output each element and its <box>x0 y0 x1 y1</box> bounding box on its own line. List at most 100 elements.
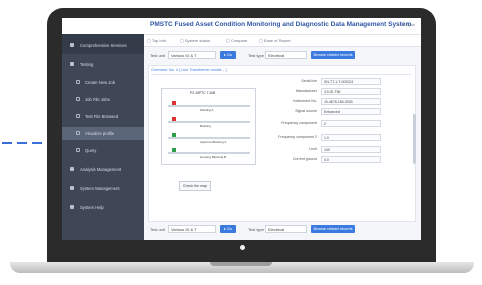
app-title: PMSTC Fused Asset Condition Monitoring a… <box>150 21 412 28</box>
main-content: Test unit Various ID & T ▸ Go Test type … <box>144 47 421 240</box>
file-icon <box>76 97 80 101</box>
info-value[interactable]: 2 <box>321 120 381 127</box>
diagram-strip: Aperture Blocking A <box>168 133 250 144</box>
info-key: Limit <box>309 147 317 151</box>
go-button[interactable]: ▸ Go <box>220 51 236 59</box>
info-key: Frequency component 2 <box>278 135 317 139</box>
laptop-camera <box>240 245 245 250</box>
info-row: Limit 100 <box>269 146 389 154</box>
diagram-strip: Winding A <box>168 101 250 112</box>
app-screen: PMSTC Fused Asset Condition Monitoring a… <box>62 18 421 240</box>
test-type-select[interactable]: Electrical <box>265 225 307 233</box>
browse-records-button[interactable]: Browse related records <box>311 51 355 59</box>
panel-scrollbar[interactable] <box>413 114 416 164</box>
info-value[interactable]: J0-4678-180-0003 <box>321 98 381 105</box>
chart-icon <box>76 131 80 135</box>
dash-3 <box>32 142 42 144</box>
info-row: Manufacturer XJ/JS-T36 <box>269 88 389 96</box>
strip-label: Winding A <box>200 108 214 112</box>
info-row: Signal source Enhanced <box>269 108 389 116</box>
sidebar-item-test-files[interactable]: Test File Browsed <box>62 110 144 123</box>
transformer-diagram: P2-MPTC T-6/B Winding A Bushing Aperture… <box>161 88 256 165</box>
folder-icon <box>76 114 80 118</box>
diagram-strip: Housing Blocking B <box>168 148 250 159</box>
sidebar-item-label: Job File Jobs <box>85 97 110 102</box>
edit-icon <box>76 80 80 84</box>
user-menu[interactable]: ▲ ✉ Ryan <box>396 22 415 27</box>
sidebar: Comprehensive Services Testing Create Ne… <box>62 34 144 240</box>
grid-icon <box>70 43 74 47</box>
info-key: Manufacturer <box>295 89 317 93</box>
ok-marker <box>172 133 176 137</box>
ok-marker <box>172 148 176 152</box>
info-row: Frequency component 2 <box>269 120 389 128</box>
strip-label: Housing Blocking B <box>200 155 227 159</box>
info-value[interactable]: 0.0 <box>321 156 381 163</box>
panel-divider <box>151 74 411 75</box>
info-row: Instrument No. J0-4678-180-0003 <box>269 98 389 106</box>
info-key: Serial line <box>301 79 317 83</box>
info-value[interactable]: SN-TT-1-T-002024 <box>321 78 381 85</box>
test-unit-input[interactable]: Various ID & T <box>168 51 216 59</box>
sidebar-item-comprehensive[interactable]: Comprehensive Services <box>62 39 144 52</box>
browse-records-button[interactable]: Browse related records <box>311 225 355 233</box>
sidebar-item-help[interactable]: System Help <box>62 201 144 214</box>
sidebar-item-label: System Help <box>80 205 104 210</box>
app-topbar: PMSTC Fused Asset Condition Monitoring a… <box>62 18 421 35</box>
go-button[interactable]: ▸ Go <box>220 225 236 233</box>
sidebar-item-label: Analysis Management <box>80 167 122 172</box>
info-row: Serial line SN-TT-1-T-002024 <box>269 78 389 86</box>
info-key: Instrument No. <box>293 99 317 103</box>
strip-label: Aperture Blocking A <box>200 140 227 144</box>
diagram-strip: Bushing <box>168 117 250 128</box>
tab-top-info[interactable]: ▢ Top Info <box>147 38 166 43</box>
tab-bar: ▢ Top Info ▢ System status ▢ Compare ▢ E… <box>144 35 421 47</box>
sidebar-item-label: Create New Job <box>85 80 116 85</box>
gear-icon <box>70 186 74 190</box>
sidebar-item-system[interactable]: System Management <box>62 182 144 195</box>
info-row: Current ground 0.0 <box>269 156 389 164</box>
help-icon <box>70 205 74 209</box>
info-key: Current ground <box>292 157 317 161</box>
detail-panel: Overview: No. 4 [ Line Transformer model… <box>148 65 416 222</box>
sidebar-item-analysis[interactable]: Analysis Management <box>62 163 144 176</box>
sidebar-item-query[interactable]: Query <box>62 144 144 157</box>
sidebar-item-testing[interactable]: Testing <box>62 58 144 71</box>
alert-marker <box>172 117 176 121</box>
tab-system-status[interactable]: ▢ System status <box>180 38 210 43</box>
bottom-toolbar: Test unit Various ID & T ▸ Go Test type … <box>148 224 418 236</box>
tab-compare[interactable]: ▢ Compare <box>226 38 247 43</box>
wrench-icon <box>70 167 74 171</box>
info-key: Signal source <box>295 109 317 113</box>
sidebar-item-visualize[interactable]: Visualize profile <box>62 127 144 140</box>
info-value[interactable]: XJ/JS-T36 <box>321 88 381 95</box>
sidebar-item-label: Visualize profile <box>85 131 115 136</box>
top-toolbar: Test unit Various ID & T ▸ Go Test type … <box>148 50 418 62</box>
tab-ease-report[interactable]: ▢ Ease of Report <box>259 38 291 43</box>
sidebar-item-job-files[interactable]: Job File Jobs <box>62 93 144 106</box>
check-map-button[interactable]: Check the map <box>179 181 211 191</box>
test-unit-label: Test unit <box>150 53 165 58</box>
dash-1 <box>2 142 12 144</box>
test-type-label: Test type <box>248 53 265 58</box>
strip-label: Bushing <box>200 124 211 128</box>
info-key: Frequency component <box>281 121 317 125</box>
test-unit-input[interactable]: Various ID & T <box>168 225 216 233</box>
test-unit-label: Test unit <box>150 227 165 232</box>
search-icon <box>76 148 80 152</box>
sidebar-item-label: Query <box>85 148 97 153</box>
diagram-title: P2-MPTC T-6/B <box>190 91 216 95</box>
alert-marker <box>172 101 176 105</box>
test-type-select[interactable]: Electrical <box>265 51 307 59</box>
panel-heading: Overview: No. 4 [ Line Transformer model… <box>151 68 227 72</box>
info-value[interactable]: 100 <box>321 146 381 153</box>
sidebar-item-create-job[interactable]: Create New Job <box>62 76 144 89</box>
list-icon <box>70 62 74 66</box>
info-value[interactable]: 1.0 <box>321 134 381 141</box>
sidebar-item-label: System Management <box>80 186 120 191</box>
sidebar-item-label: Comprehensive Services <box>80 43 127 48</box>
info-value[interactable]: Enhanced <box>321 108 381 115</box>
sidebar-item-label: Testing <box>80 62 94 67</box>
sidebar-item-label: Test File Browsed <box>85 114 119 119</box>
info-row: Frequency component 2 1.0 <box>269 134 389 142</box>
